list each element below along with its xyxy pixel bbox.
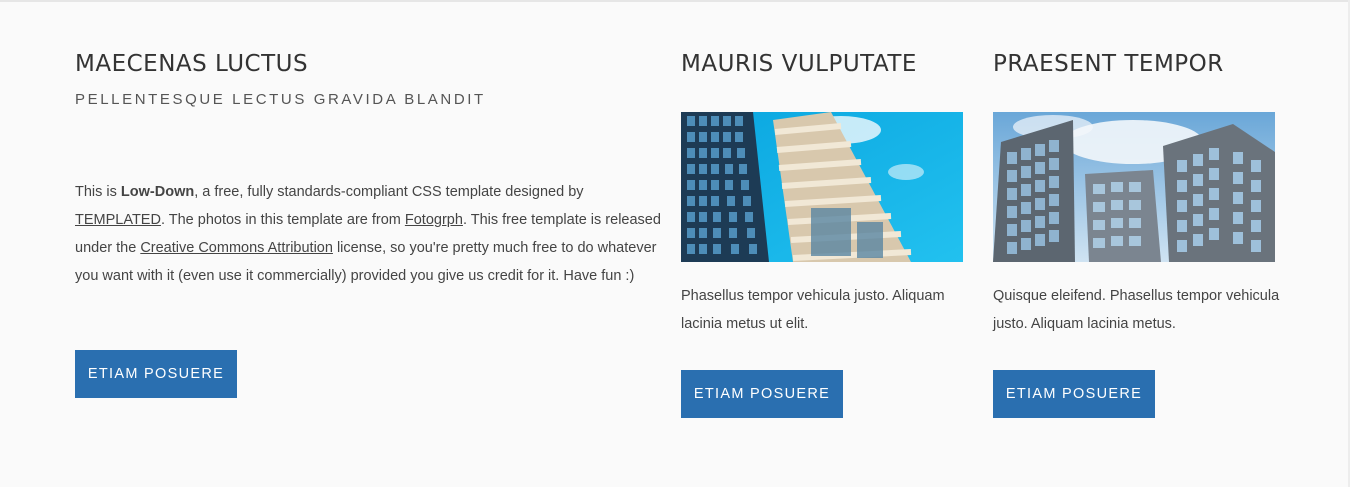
fotogrph-link[interactable]: Fotogrph — [405, 212, 463, 228]
card-title: MAURIS VULPUTATE — [681, 51, 917, 77]
card-text: Phasellus tempor vehicula justo. Aliquam… — [681, 288, 945, 332]
card-text: Quisque eleifend. Phasellus tempor vehic… — [993, 288, 1280, 332]
intro-paragraph: This is Low-Down, a free, fully standard… — [75, 178, 665, 290]
card-title: PRAESENT TEMPOR — [993, 51, 1224, 77]
intro-subtitle: PELLENTESQUE LECTUS GRAVIDA BLANDIT — [75, 91, 486, 108]
intro-text-2: , a free, fully standards-compliant CSS … — [194, 184, 584, 200]
intro-title: MAECENAS LUCTUS — [75, 51, 309, 77]
card-button[interactable]: ETIAM POSUERE — [681, 370, 843, 418]
card-button[interactable]: ETIAM POSUERE — [993, 370, 1155, 418]
building-photo-2 — [993, 112, 1275, 262]
license-link[interactable]: Creative Commons Attribution — [140, 240, 333, 256]
top-divider — [0, 0, 1350, 2]
templated-link[interactable]: TEMPLATED — [75, 212, 161, 228]
intro-text-3: . The photos in this template are from — [160, 212, 405, 228]
intro-button[interactable]: ETIAM POSUERE — [75, 350, 237, 398]
building-photo-1 — [681, 112, 963, 262]
intro-text-1: This is — [75, 184, 121, 200]
template-name: Low-Down — [120, 184, 195, 200]
